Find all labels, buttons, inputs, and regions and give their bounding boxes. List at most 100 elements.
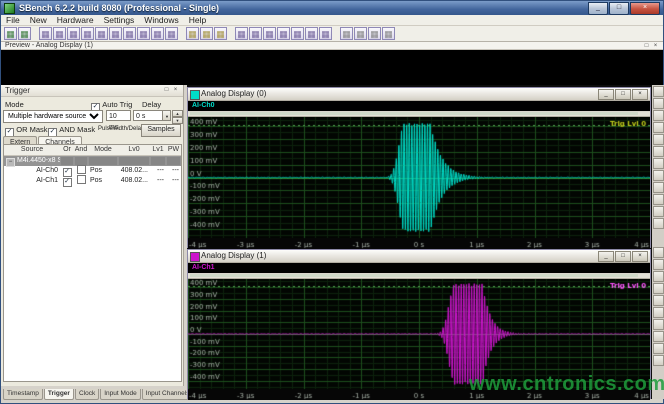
menu-item-windows[interactable]: Windows	[139, 15, 183, 26]
table-group-row[interactable]: −M4i.4450-x8 S...	[4, 156, 181, 166]
display-side-button[interactable]	[653, 158, 664, 169]
display-side-button[interactable]	[653, 122, 664, 133]
trigger-panel-header[interactable]: Trigger □ ×	[1, 85, 183, 97]
auto-trig-timeout-field[interactable]: 10 ms	[106, 110, 131, 121]
mode-cell[interactable]: Pos	[88, 176, 118, 186]
toolbar-button[interactable]: ▦	[235, 27, 248, 40]
tab-input-mode[interactable]: Input Mode	[100, 389, 141, 400]
menu-item-new[interactable]: New	[25, 15, 52, 26]
toolbar-button[interactable]: ▦	[67, 27, 80, 40]
display-side-button[interactable]	[653, 146, 664, 157]
analog-display-1-titlebar[interactable]: Analog Display (1) _ □ ×	[188, 250, 650, 263]
display-side-button[interactable]	[653, 343, 664, 354]
toolbar-button[interactable]: ▦	[123, 27, 136, 40]
toolbar-button[interactable]: ▦	[340, 27, 353, 40]
display-side-button[interactable]	[653, 331, 664, 342]
tab-input-channels[interactable]: Input Channels	[142, 389, 194, 400]
toolbar-button[interactable]: ▦	[95, 27, 108, 40]
and-checkbox[interactable]	[74, 175, 88, 187]
toolbar-button[interactable]: ▦	[165, 27, 178, 40]
maximize-icon[interactable]: □	[609, 2, 629, 15]
toolbar-button[interactable]: ▦	[81, 27, 94, 40]
menu-item-settings[interactable]: Settings	[99, 15, 140, 26]
toolbar-button[interactable]: ▦	[151, 27, 164, 40]
trigger-mode-select[interactable]: Multiple hardware sources with AND/OR	[3, 110, 103, 123]
close-icon[interactable]: ×	[632, 89, 648, 100]
display-side-button[interactable]	[653, 170, 664, 181]
toolbar-button[interactable]: ▦	[39, 27, 52, 40]
toolbar-button[interactable]: ▦	[186, 27, 199, 40]
settings-tabs: TimestampTriggerClockInput ModeInput Cha…	[1, 386, 184, 400]
toolbar-button[interactable]: ▦	[214, 27, 227, 40]
or-checkbox[interactable]: ✓	[60, 176, 74, 187]
toolbar-button[interactable]: ▦	[200, 27, 213, 40]
minimize-icon[interactable]: _	[598, 89, 614, 100]
toolbar-button[interactable]: ▦	[354, 27, 367, 40]
display-side-button[interactable]	[653, 271, 664, 282]
display-side-button[interactable]	[653, 259, 664, 270]
maximize-icon[interactable]: □	[615, 251, 631, 262]
delay-spinner[interactable]: ▲ ▼	[172, 110, 183, 123]
display-side-button[interactable]	[653, 86, 664, 97]
display-side-button[interactable]	[653, 307, 664, 318]
toolbar-button[interactable]: ▦	[305, 27, 318, 40]
display-side-button[interactable]	[653, 98, 664, 109]
toolbar-button[interactable]: ▦	[4, 27, 17, 40]
lv1-cell: ---	[150, 176, 166, 186]
spinner-down-icon[interactable]: ▼	[172, 117, 183, 124]
menu-item-help[interactable]: Help	[184, 15, 211, 26]
tab-trigger[interactable]: Trigger	[44, 389, 74, 400]
toolbar-button[interactable]: ▦	[368, 27, 381, 40]
display-side-button[interactable]	[653, 194, 664, 205]
toolbar-button[interactable]: ▦	[109, 27, 122, 40]
channel-label-bar[interactable]: AI-Ch1	[188, 263, 650, 273]
toolbar-button[interactable]: ▦	[263, 27, 276, 40]
close-icon[interactable]: ×	[171, 86, 180, 94]
toolbar-button[interactable]: ▦	[277, 27, 290, 40]
display-side-button[interactable]	[653, 283, 664, 294]
maximize-icon[interactable]: □	[615, 89, 631, 100]
toolbar-button[interactable]: ▦	[18, 27, 31, 40]
table-row[interactable]: AI-Ch0✓Pos408.02...------	[4, 166, 181, 176]
toolbar-button[interactable]: ▦	[382, 27, 395, 40]
display-side-button[interactable]	[653, 134, 664, 145]
title-bar[interactable]: SBench 6.2.2 build 8080 (Professional - …	[1, 1, 663, 15]
display-side-button[interactable]	[653, 319, 664, 330]
channel-label-bar[interactable]: AI-Ch0	[188, 101, 650, 111]
display-side-button[interactable]	[653, 247, 664, 258]
column-header: Lv1	[150, 145, 166, 155]
lv0-cell[interactable]: 408.02...	[118, 166, 150, 176]
tab-timestamp[interactable]: Timestamp	[3, 389, 43, 400]
spinner-up-icon[interactable]: ▲	[172, 110, 183, 117]
toolbar-button[interactable]: ▦	[137, 27, 150, 40]
minimize-icon[interactable]: _	[588, 2, 608, 15]
close-icon[interactable]: ×	[632, 251, 648, 262]
minimize-icon[interactable]: _	[598, 251, 614, 262]
display-side-button[interactable]	[653, 295, 664, 306]
float-icon[interactable]: □	[162, 86, 171, 94]
float-icon[interactable]: □	[642, 42, 651, 50]
table-row[interactable]: AI-Ch1✓Pos408.02...------	[4, 176, 181, 186]
mode-cell[interactable]: Pos	[88, 166, 118, 176]
toolbar-button[interactable]: ▦	[319, 27, 332, 40]
display-side-button[interactable]	[653, 182, 664, 193]
chevron-down-icon[interactable]: ▼	[162, 110, 171, 121]
menu-item-hardware[interactable]: Hardware	[52, 15, 99, 26]
display-side-button[interactable]	[653, 110, 664, 121]
display-side-button[interactable]	[653, 206, 664, 217]
column-header: And	[74, 145, 88, 155]
toolbar-button[interactable]: ▦	[249, 27, 262, 40]
delay-field[interactable]: 0 s	[133, 110, 163, 121]
toolbar-button[interactable]: ▦	[291, 27, 304, 40]
tab-clock[interactable]: Clock	[75, 389, 99, 400]
toolbar-button[interactable]: ▦	[53, 27, 66, 40]
display-side-button[interactable]	[653, 218, 664, 229]
analog-display-0-titlebar[interactable]: Analog Display (0) _ □ ×	[188, 88, 650, 101]
analog-display-0-plot[interactable]	[188, 117, 650, 249]
display-side-button[interactable]	[653, 355, 664, 366]
channel-label: AI-Ch1	[192, 264, 215, 271]
close-icon[interactable]: ×	[630, 2, 660, 15]
menu-item-file[interactable]: File	[1, 15, 25, 26]
close-icon[interactable]: ×	[651, 42, 660, 50]
lv0-cell[interactable]: 408.02...	[118, 176, 150, 186]
